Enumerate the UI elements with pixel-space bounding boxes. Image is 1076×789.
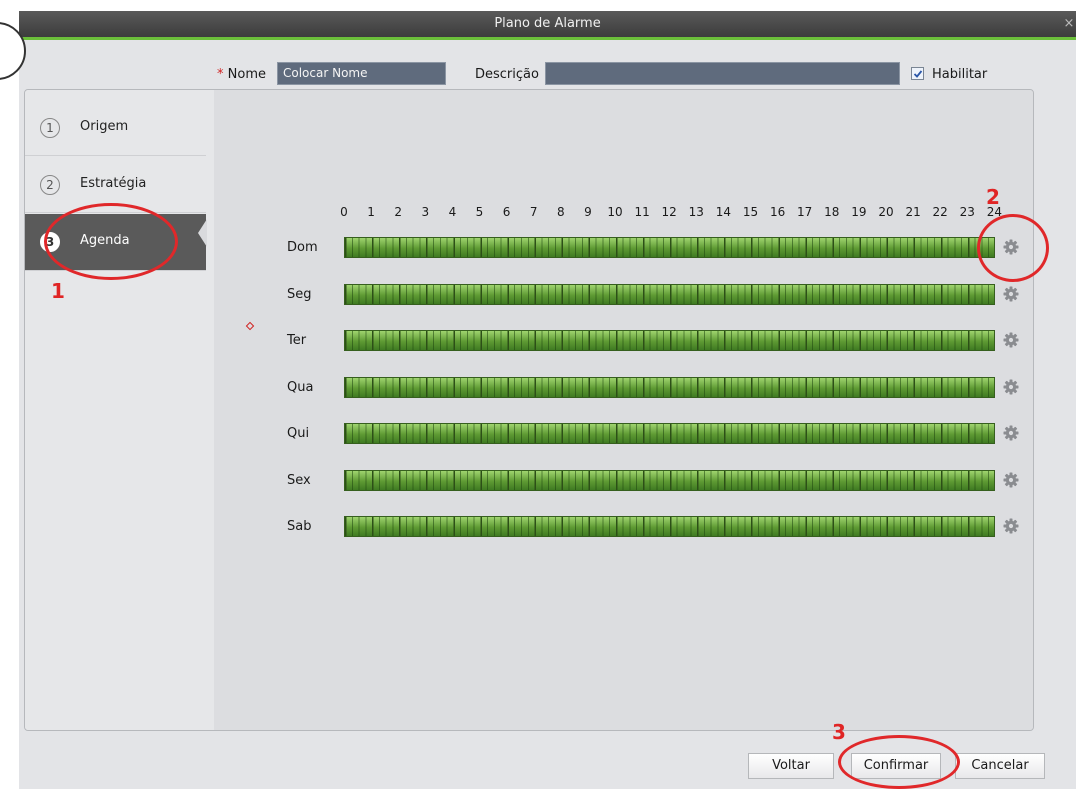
cancel-button[interactable]: Cancelar	[955, 753, 1045, 779]
hour-dividers	[345, 424, 994, 443]
required-mark: *	[217, 67, 224, 82]
hour-tick-label: 14	[715, 205, 732, 219]
gear-icon[interactable]	[1003, 425, 1019, 441]
dialog-title: Plano de Alarme	[494, 16, 601, 31]
hour-tick-label: 17	[797, 205, 813, 219]
annotation-number-2: 2	[986, 185, 1000, 209]
hour-tick-label: 4	[448, 205, 457, 219]
stage: Plano de Alarme × * Nome Colocar Nome De…	[0, 0, 1076, 789]
hour-tick-label: 3	[421, 205, 430, 219]
annotation-number-1: 1	[51, 279, 65, 303]
description-input[interactable]	[545, 62, 900, 85]
step-label: Origem	[80, 119, 129, 134]
day-schedule-bar[interactable]	[344, 423, 995, 444]
name-label: * Nome	[217, 67, 266, 82]
hour-tick-label: 6	[502, 205, 511, 219]
hour-tick-label: 5	[475, 205, 484, 219]
active-step-pointer	[198, 219, 207, 247]
day-schedule-bar[interactable]	[344, 376, 995, 398]
hour-dividers	[345, 517, 994, 536]
day-label: Dom	[287, 240, 318, 255]
hour-dividers	[345, 284, 994, 304]
hour-tick-label: 15	[742, 205, 759, 219]
annotation-ring-2	[977, 214, 1049, 282]
hour-tick-label: 18	[824, 205, 840, 219]
hour-tick-label: 8	[556, 205, 565, 219]
day-label: Ter	[287, 333, 307, 348]
gear-icon[interactable]	[1003, 332, 1019, 348]
hour-tick-label: 16	[769, 205, 786, 219]
gear-icon[interactable]	[1003, 472, 1019, 488]
hour-dividers	[345, 377, 994, 397]
day-schedule-bar[interactable]	[344, 283, 995, 305]
enable-checkbox[interactable]	[911, 67, 924, 80]
enable-label: Habilitar	[932, 67, 988, 82]
hour-tick-label: 1	[367, 205, 375, 219]
step-number: 1	[40, 118, 60, 138]
step-number: 2	[40, 175, 60, 195]
hour-dividers	[345, 238, 994, 257]
title-bar: Plano de Alarme ×	[19, 11, 1076, 40]
day-label: Sab	[287, 519, 312, 534]
hour-tick-label: 23	[959, 205, 975, 219]
hour-tick-label: 21	[905, 205, 921, 219]
back-button[interactable]: Voltar	[748, 753, 834, 779]
day-label: Seg	[287, 286, 312, 302]
day-label: Sex	[287, 472, 311, 488]
annotation-ring-1	[44, 203, 178, 280]
hour-tick-label: 10	[607, 205, 623, 219]
day-schedule-bar[interactable]	[344, 330, 995, 351]
day-schedule-bar[interactable]	[344, 516, 995, 537]
step-nav: 1 Origem 2 Estratégia 3 Agenda	[25, 90, 214, 730]
hour-dividers	[345, 470, 994, 490]
gear-icon[interactable]	[1003, 379, 1019, 395]
gear-icon[interactable]	[1003, 286, 1019, 302]
day-label: Qua	[287, 379, 314, 395]
step-label: Estratégia	[80, 176, 147, 191]
gear-icon[interactable]	[1003, 518, 1019, 534]
hour-tick-label: 9	[584, 205, 592, 219]
hour-tick-label: 11	[634, 205, 650, 219]
hour-tick-label: 19	[851, 205, 867, 219]
day-schedule-bar[interactable]	[344, 237, 995, 258]
day-label: Qui	[287, 426, 310, 441]
checkmark-icon	[913, 70, 923, 78]
hour-tick-label: 12	[661, 205, 677, 219]
hour-tick-label: 7	[529, 205, 538, 219]
annotation-number-3: 3	[832, 720, 846, 744]
step-origem[interactable]: 1 Origem	[25, 100, 206, 156]
hour-tick-label: 22	[932, 205, 948, 219]
wizard-panel: 1 Origem 2 Estratégia 3 Agenda	[24, 89, 1034, 731]
name-label-text: Nome	[227, 67, 266, 82]
hour-dividers	[345, 331, 994, 350]
description-label: Descrição	[475, 67, 539, 82]
hour-tick-label: 2	[394, 205, 402, 219]
close-icon[interactable]: ×	[1062, 15, 1076, 33]
day-schedule-bar[interactable]	[344, 469, 995, 491]
hour-tick-label: 13	[688, 205, 704, 219]
annotation-ring-3	[838, 735, 960, 789]
hour-tick-label: 0	[340, 205, 348, 219]
hour-tick-label: 20	[878, 205, 894, 219]
name-input[interactable]: Colocar Nome	[277, 62, 446, 85]
schedule-area	[214, 90, 1033, 730]
